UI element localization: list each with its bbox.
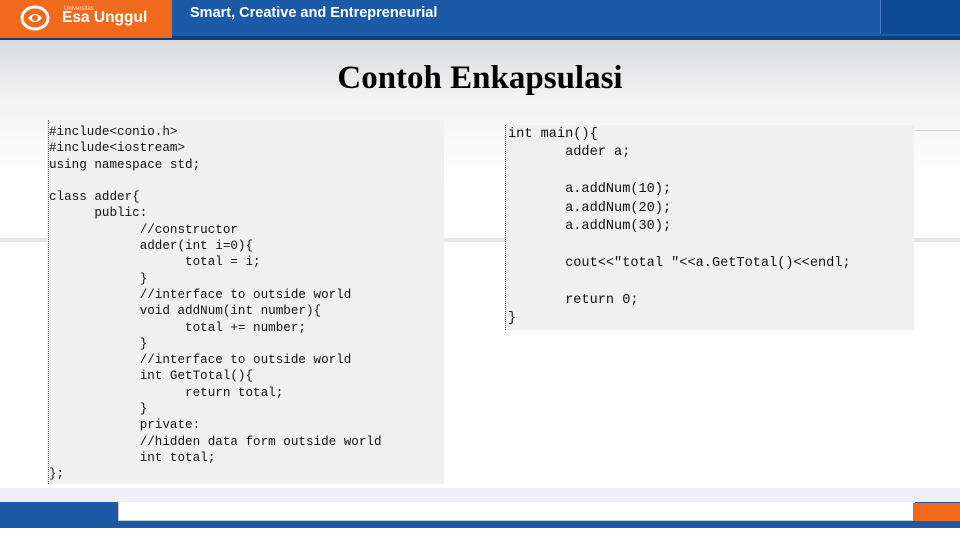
code-line: cout<<"total "<<a.GetTotal()<<endl; [508, 255, 851, 271]
code-line: adder a; [508, 145, 631, 161]
code-line: a.addNum(10); [508, 182, 672, 198]
code-line: private: [49, 418, 201, 433]
code-line: } [508, 311, 517, 327]
tagline: Smart, Creative and Entrepreneurial [190, 5, 438, 21]
decorative-line [915, 130, 960, 131]
slide-title: Contoh Enkapsulasi [337, 60, 623, 96]
background-stripe [0, 488, 960, 502]
logo-area: Universitas Esa Unggul [0, 0, 172, 38]
code-line: //constructor [49, 222, 238, 237]
code-line: return total; [49, 385, 284, 400]
code-line: a.addNum(30); [508, 219, 672, 235]
code-line: int main(){ [508, 127, 598, 142]
footer-bottom [0, 528, 960, 540]
code-line: return 0; [508, 292, 639, 308]
code-line: #include<iostream> [49, 141, 186, 156]
code-line: a.addNum(20); [508, 200, 672, 216]
esa-unggul-logo-icon [20, 5, 50, 31]
code-line: public: [49, 206, 148, 221]
code-line: class adder{ [49, 190, 140, 205]
code-line: }; [49, 467, 65, 482]
code-line: } [49, 271, 148, 286]
code-line: void addNum(int number){ [49, 304, 322, 319]
code-line: } [49, 402, 148, 417]
logo-text: Esa Unggul [62, 9, 148, 26]
footer-accent [913, 503, 960, 521]
code-line: total = i; [49, 255, 261, 270]
code-line: #include<conio.h> [49, 125, 178, 139]
header-right-panel [880, 0, 960, 34]
code-margin-line [48, 120, 50, 484]
code-block-right: int main(){ adder a; a.addNum(10); a.add… [506, 125, 914, 329]
code-line: //interface to outside world [49, 287, 352, 302]
code-line: int total; [49, 450, 216, 465]
code-line: total += number; [49, 320, 306, 335]
header-bar: Universitas Esa Unggul Smart, Creative a… [0, 0, 960, 40]
code-line: adder(int i=0){ [49, 239, 254, 254]
code-line: int GetTotal(){ [49, 369, 254, 384]
code-block-left: #include<conio.h> #include<iostream> using… [47, 120, 444, 487]
code-line: //hidden data form outside world [49, 434, 382, 449]
code-line: } [49, 336, 148, 351]
code-panel-class-definition: #include<conio.h> #include<iostream> using… [47, 120, 444, 484]
code-panel-main-function: int main(){ adder a; a.addNum(10); a.add… [505, 125, 914, 330]
footer-panel [118, 502, 915, 521]
code-line: using namespace std; [49, 157, 201, 172]
code-line: //interface to outside world [49, 353, 352, 368]
